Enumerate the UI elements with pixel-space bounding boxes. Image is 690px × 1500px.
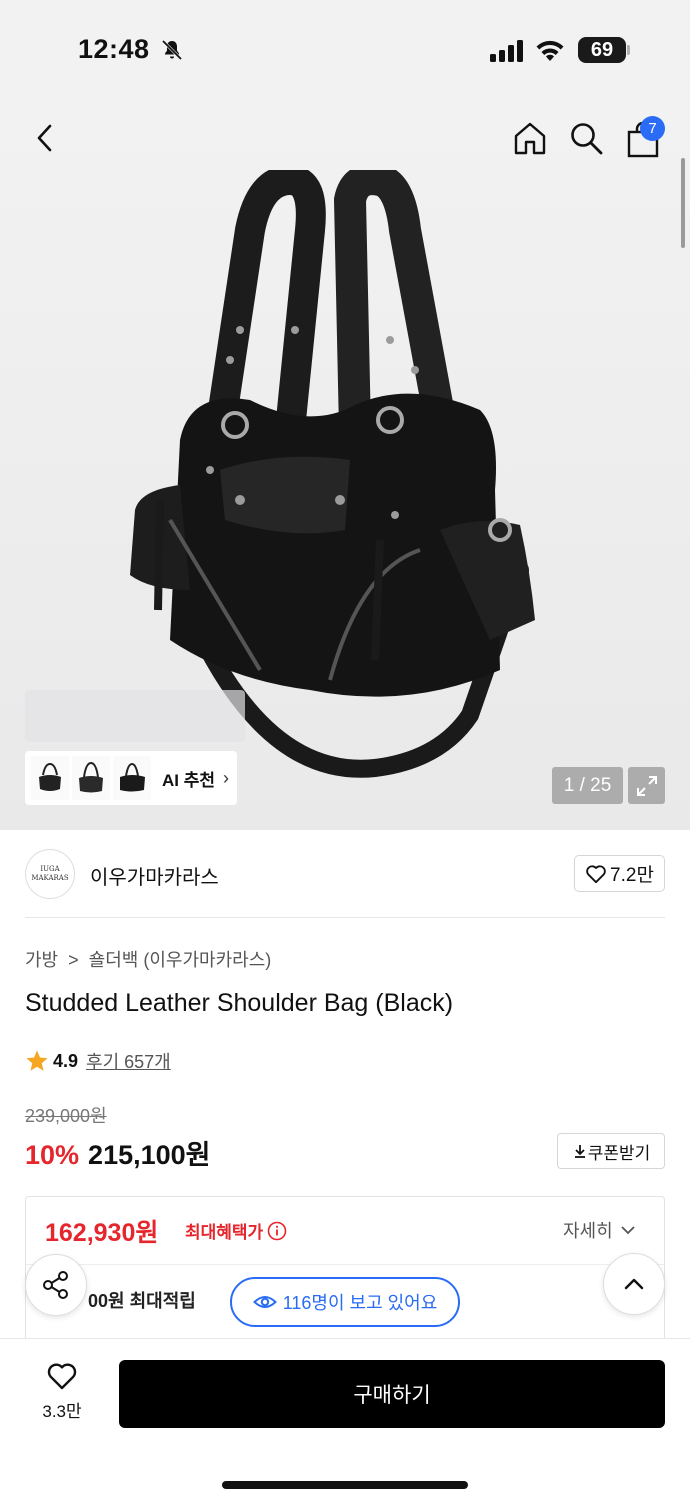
brand-name[interactable]: 이우가마카라스 — [90, 861, 219, 890]
detail-toggle[interactable]: 자세히 — [563, 1217, 637, 1243]
wifi-icon — [536, 40, 564, 61]
price-row: 10% 215,100원 — [25, 1133, 211, 1172]
brand-logo-line1: IUGA — [40, 865, 60, 873]
download-icon — [574, 1145, 585, 1158]
chevron-up-icon — [624, 1278, 644, 1290]
max-benefit-label-row[interactable]: 최대혜택가 — [185, 1218, 287, 1243]
divider — [25, 917, 665, 918]
thumbnail-1[interactable] — [31, 756, 69, 800]
scroll-top-button[interactable] — [603, 1253, 665, 1315]
max-benefit-label: 최대혜택가 — [185, 1223, 264, 1242]
brand-logo[interactable]: IUGA MAKARAS — [25, 849, 75, 899]
image-caption-placeholder — [25, 690, 245, 742]
heart-icon — [47, 1363, 77, 1390]
share-button[interactable] — [25, 1254, 87, 1316]
review-link[interactable]: 후기 657개 — [86, 1048, 171, 1074]
viewers-badge: 116명이 보고 있어요 — [230, 1277, 460, 1327]
search-icon[interactable] — [568, 120, 604, 156]
battery-icon: 69 — [578, 37, 626, 63]
heart-icon — [586, 864, 606, 883]
detail-label: 자세히 — [563, 1221, 613, 1241]
wishlist-count: 3.3만 — [42, 1402, 82, 1421]
star-icon — [26, 1050, 48, 1071]
product-image-gallery[interactable]: 7 AI 추천 › 1 / 25 — [0, 100, 690, 830]
chevron-right-icon: › — [223, 767, 230, 788]
wishlist-button[interactable]: 3.3만 — [30, 1361, 94, 1422]
sale-price: 215,100원 — [88, 1140, 211, 1170]
buy-button[interactable]: 구매하기 — [119, 1360, 665, 1428]
status-time: 12:48 — [78, 34, 150, 64]
status-bar: 12:48 69 — [0, 0, 690, 100]
ai-recommend-label: AI 추천 — [162, 770, 216, 790]
scroll-indicator — [681, 158, 685, 248]
cart-count-badge: 7 — [640, 116, 665, 141]
original-price: 239,000원 — [25, 1106, 107, 1126]
brand-logo-line2: MAKARAS — [31, 874, 69, 882]
share-icon — [43, 1271, 68, 1299]
eye-icon — [252, 1296, 277, 1308]
info-icon[interactable] — [267, 1221, 287, 1241]
thumbnail-3[interactable] — [113, 756, 151, 800]
points-text: 00원 최대적립 — [88, 1291, 196, 1311]
home-indicator — [222, 1481, 468, 1489]
breadcrumb: 가방 > 숄더백 (이우가마카라스) — [25, 946, 271, 972]
image-counter: 1 / 25 — [552, 767, 623, 804]
discount-rate: 10% — [25, 1140, 80, 1170]
expand-icon[interactable] — [628, 767, 665, 804]
brand-like-button[interactable]: 7.2만 — [574, 855, 665, 892]
home-icon[interactable] — [512, 120, 548, 156]
rating-score: 4.9 — [53, 1050, 79, 1071]
viewers-text: 116명이 보고 있어요 — [282, 1293, 438, 1313]
breadcrumb-subcategory[interactable]: 숄더백 (이우가마카라스) — [89, 950, 272, 970]
divider — [26, 1264, 664, 1265]
bell-slash-icon — [161, 39, 183, 61]
rating-row[interactable]: 4.9 후기 657개 — [25, 1048, 171, 1074]
product-title: Studded Leather Shoulder Bag (Black) — [25, 989, 454, 1017]
max-benefit-price: 162,930원 — [45, 1219, 159, 1247]
breadcrumb-category[interactable]: 가방 — [25, 950, 58, 970]
chevron-right-icon: > — [63, 950, 84, 970]
coupon-button[interactable]: 쿠폰받기 — [557, 1133, 665, 1169]
thumbnail-2[interactable] — [72, 756, 110, 800]
coupon-label: 쿠폰받기 — [587, 1143, 651, 1163]
back-icon[interactable] — [28, 120, 64, 156]
brand-like-count: 7.2만 — [610, 865, 654, 886]
chevron-down-icon — [621, 1226, 635, 1235]
signal-icon — [490, 40, 523, 62]
battery-cap — [627, 45, 630, 55]
bottom-action-bar: 3.3만 구매하기 — [0, 1338, 690, 1500]
ai-recommend-button[interactable]: AI 추천 › — [25, 751, 237, 805]
